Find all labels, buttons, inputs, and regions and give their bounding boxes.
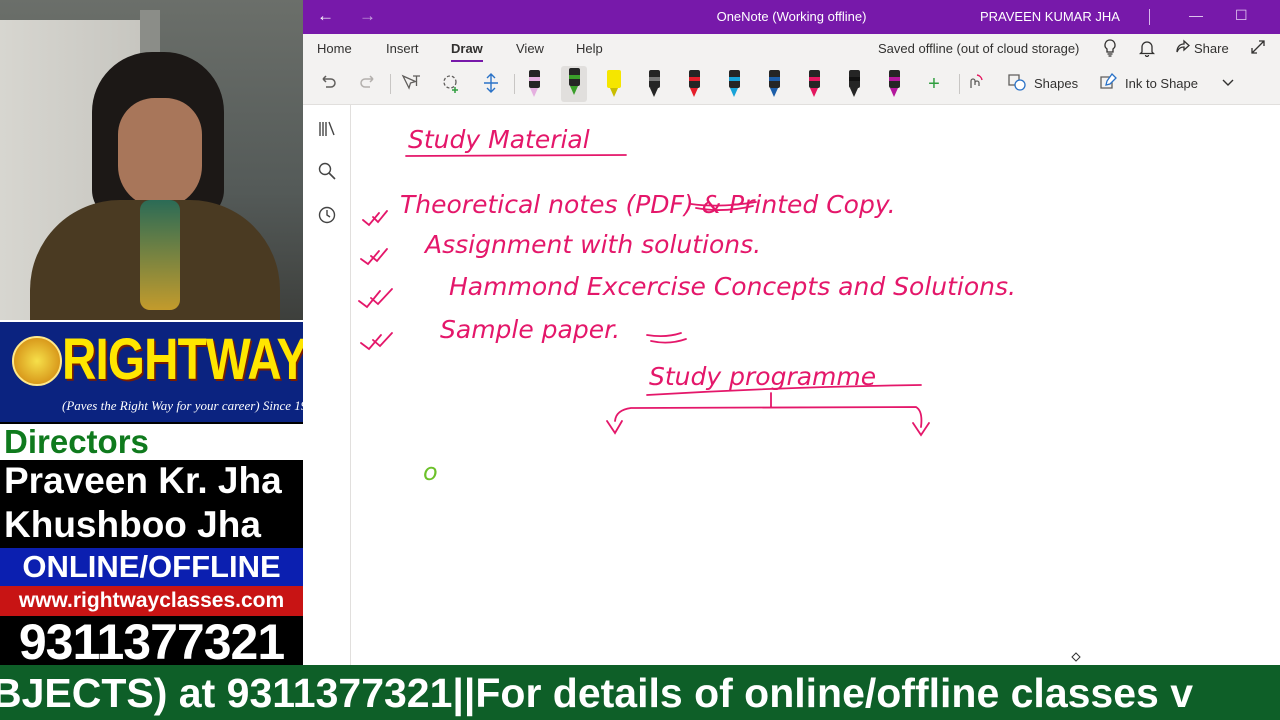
tick-mark-2 xyxy=(360,248,388,266)
webcam-feed xyxy=(0,0,303,320)
onenote-window: ← → OneNote (Working offline) PRAVEEN KU… xyxy=(303,0,1280,665)
heading-ink: Study Material xyxy=(408,125,590,154)
class-mode-banner: ONLINE/OFFLINE xyxy=(0,548,303,586)
ticker-text: BJECTS) at 9311377321||For details of on… xyxy=(0,670,1194,716)
logo-brand: RIGHTWAY xyxy=(62,327,303,392)
title-bar: ← → OneNote (Working offline) PRAVEEN KU… xyxy=(303,0,1280,34)
item-4-ink: Sample paper. xyxy=(440,315,620,344)
tab-help[interactable]: Help xyxy=(576,41,603,56)
redo-icon[interactable] xyxy=(356,72,380,96)
branch-lines xyxy=(614,392,923,428)
tick-mark-1 xyxy=(362,210,388,227)
green-ink-mark: o xyxy=(423,458,438,486)
item-3-ink: Hammond Excercise Concepts and Solutions… xyxy=(449,272,1016,301)
tab-insert[interactable]: Insert xyxy=(386,41,419,56)
sample-underline xyxy=(646,332,687,344)
cursor-icon xyxy=(1071,652,1081,662)
share-button[interactable]: Share xyxy=(1194,41,1229,56)
tick-mark-3 xyxy=(358,288,393,309)
tab-draw[interactable]: Draw xyxy=(451,41,483,62)
pen-dark-blue[interactable] xyxy=(761,68,787,100)
ink-replay-icon[interactable] xyxy=(963,72,987,96)
rightway-emblem-icon xyxy=(12,336,62,386)
phone-banner: 9311377321 xyxy=(0,616,303,665)
pen-purple[interactable] xyxy=(881,68,907,100)
director-name-2: Khushboo Jha xyxy=(0,502,303,548)
user-name[interactable]: PRAVEEN KUMAR JHA xyxy=(980,9,1120,24)
pen-black[interactable] xyxy=(641,68,667,100)
undo-icon[interactable] xyxy=(316,72,340,96)
scrolling-ticker: BJECTS) at 9311377321||For details of on… xyxy=(0,665,1280,720)
expand-icon[interactable] xyxy=(1250,39,1266,59)
toolbar-separator xyxy=(959,74,960,94)
shapes-button[interactable]: Shapes xyxy=(1034,76,1078,91)
maximize-icon[interactable]: ☐ xyxy=(1235,7,1248,24)
directors-label: Directors xyxy=(0,424,303,460)
window-title: OneNote (Working offline) xyxy=(716,9,867,24)
logo-tagline: (Paves the Right Way for your career) Si… xyxy=(62,398,303,413)
recent-notes-icon[interactable] xyxy=(315,205,339,229)
navigation-rail xyxy=(303,105,351,665)
presenter-face xyxy=(118,98,202,208)
ink-to-shape-button[interactable]: Ink to Shape xyxy=(1125,76,1198,91)
director-name-1: Praveen Kr. Jha xyxy=(0,460,303,502)
pen-green-selected[interactable] xyxy=(561,66,587,102)
item-1-ink: Theoretical notes (PDF) & Printed Copy. xyxy=(400,190,896,219)
title-separator xyxy=(1149,9,1150,25)
toolbar-separator xyxy=(390,74,391,94)
shapes-icon[interactable] xyxy=(1005,72,1029,96)
search-icon[interactable] xyxy=(315,161,339,185)
presenter-scarf xyxy=(140,200,180,310)
pen-black-2[interactable] xyxy=(841,68,867,100)
tab-home[interactable]: Home xyxy=(317,41,352,56)
pen-light-blue[interactable] xyxy=(721,68,747,100)
pen-red[interactable] xyxy=(681,68,707,100)
item-2-ink: Assignment with solutions. xyxy=(423,230,761,259)
toolbar-separator xyxy=(514,74,515,94)
ribbon-tabs: Home Insert Draw View Help Saved offline… xyxy=(303,34,1280,64)
bell-icon[interactable] xyxy=(1138,39,1156,61)
minimize-icon[interactable]: — xyxy=(1189,7,1203,23)
draw-toolbar: + Shapes Ink to Shape xyxy=(303,64,1280,105)
branch-arrowheads xyxy=(606,420,930,437)
website-banner: www.rightwayclasses.com xyxy=(0,586,303,616)
heading-underline xyxy=(405,154,627,157)
ink-layer: Study Material Theoretical notes (PDF) &… xyxy=(358,125,1081,662)
sync-status[interactable]: Saved offline (out of cloud storage) xyxy=(878,41,1079,56)
pen-light-pink[interactable] xyxy=(521,68,547,100)
highlighter-yellow[interactable] xyxy=(601,68,627,100)
add-pen-icon[interactable]: + xyxy=(922,72,946,96)
lasso-select-icon[interactable] xyxy=(439,72,463,96)
left-panel: RIGHTWAY (Paves the Right Way for your c… xyxy=(0,0,303,665)
chevron-down-icon[interactable] xyxy=(1216,72,1240,96)
ink-to-shape-icon[interactable] xyxy=(1096,72,1120,96)
lightbulb-icon[interactable] xyxy=(1102,39,1118,61)
tick-mark-4 xyxy=(360,332,393,351)
tab-view[interactable]: View xyxy=(516,41,544,56)
note-canvas[interactable]: Study Material Theoretical notes (PDF) &… xyxy=(351,105,1280,665)
rightway-logo: RIGHTWAY (Paves the Right Way for your c… xyxy=(0,320,303,422)
pen-pink[interactable] xyxy=(801,68,827,100)
type-select-icon[interactable] xyxy=(399,72,423,96)
notebooks-icon[interactable] xyxy=(315,119,339,143)
share-icon[interactable] xyxy=(1175,39,1191,59)
add-space-icon[interactable] xyxy=(479,72,503,96)
